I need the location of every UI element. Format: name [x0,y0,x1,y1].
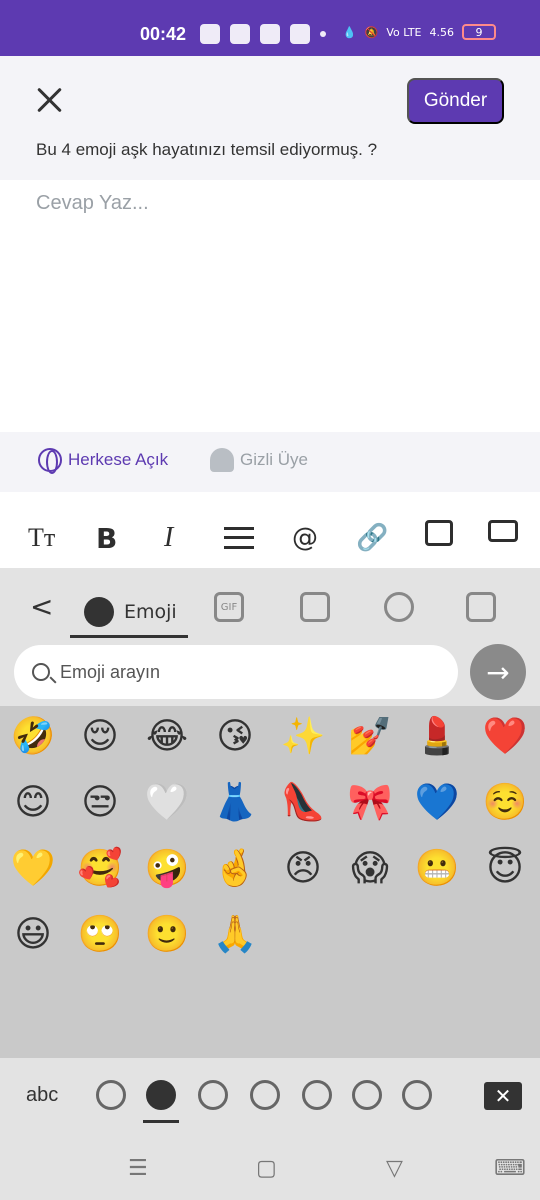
emoji-key[interactable]: 🙄 [77,912,123,958]
tab-emoji-label: Emoji [124,600,177,623]
sticker-icon[interactable] [300,592,330,622]
italic-button[interactable]: I [164,520,173,556]
home-nav-icon[interactable]: ▢ [256,1156,277,1181]
emoji-grid: 🤣 😌 😂 😘 ✨ 💅 💄 ❤️ 😊 😒 🤍 👗 👠 🎀 💙 ☺️ 💛 🥰 🤪 … [0,714,540,1054]
back-icon[interactable]: < [30,590,53,623]
quote-icon [200,24,220,44]
emoji-key[interactable]: 😃 [10,912,56,958]
link-button[interactable]: 🔗 [356,520,388,556]
emoji-key[interactable]: 💄 [414,714,460,760]
emoji-key[interactable]: ☺️ [482,780,528,826]
backspace-icon[interactable]: ✕ [484,1082,522,1110]
anonymous-option[interactable]: Gizli Üye [210,448,308,472]
emoji-keyboard: < Emoji GIF Emoji arayın → 🤣 😌 😂 😘 ✨ 💅 💄… [0,568,540,1200]
emoji-key[interactable]: ✨ [280,714,326,760]
system-navigation-bar: ☰ ▢ ▽ ⌨ [0,1138,540,1200]
app-icon [230,24,250,44]
mention-button[interactable]: @ [292,520,318,556]
status-notification-icons [200,24,326,44]
back-nav-icon[interactable]: ▽ [386,1156,403,1181]
search-category-icon[interactable] [96,1080,126,1110]
emoji-search-input[interactable]: Emoji arayın [14,645,458,699]
smileys-category-icon[interactable] [198,1080,228,1110]
bold-button[interactable]: B [96,520,117,556]
formatting-toolbar: Tт B I @ 🔗 [0,492,540,568]
compose-header: Gönder Bu 4 emoji aşk hayatınızı temsil … [0,56,540,180]
tab-emoji[interactable]: Emoji [70,588,188,638]
emoji-key[interactable]: 😒 [77,780,123,826]
food-category-icon[interactable] [302,1080,332,1110]
animals-category-icon[interactable] [250,1080,280,1110]
game-icon [260,24,280,44]
smiley-icon [84,596,114,627]
answer-placeholder: Cevap Yaz... [36,192,149,214]
emoji-key[interactable]: 🤍 [144,780,190,826]
emoji-key[interactable]: 😬 [414,846,460,892]
gif-icon[interactable]: GIF [214,592,244,622]
status-system-icons: 💧 🔕 Vo LTE 4.56 9 [343,24,496,40]
public-label: Herkese Açık [68,450,169,469]
draw-icon[interactable] [384,592,414,622]
anonymous-label: Gizli Üye [240,450,309,469]
active-category-indicator [143,1120,179,1123]
status-bar: 00:42 💧 🔕 Vo LTE 4.56 9 [0,0,540,56]
emoji-search-placeholder: Emoji arayın [60,661,161,682]
send-button[interactable]: Gönder [407,78,504,124]
public-option[interactable]: Herkese Açık [38,448,169,474]
emoji-key[interactable]: 👠 [280,780,326,826]
close-icon[interactable] [36,86,64,114]
emoji-key[interactable]: 💅 [347,714,393,760]
emoji-search-row: Emoji arayın → [0,644,540,706]
emoji-key[interactable]: 😱 [347,846,393,892]
go-arrow-button[interactable]: → [470,644,526,700]
emoji-key[interactable]: 🤞 [212,846,258,892]
more-dot-icon [320,31,326,37]
text-size-button[interactable]: Tт [28,520,55,556]
emoji-key[interactable]: 🤣 [10,714,56,760]
emoji-key[interactable]: 🙂 [144,912,190,958]
emoji-key[interactable]: 😌 [77,714,123,760]
emoji-key[interactable]: 😠 [280,846,326,892]
emoji-key[interactable]: 🥰 [77,846,123,892]
video-icon[interactable] [488,520,518,542]
emoji-key[interactable]: 😂 [144,714,190,760]
data-saver-icon: 💧 [342,25,357,39]
trophy-category-icon[interactable] [402,1080,432,1110]
status-time: 00:42 [140,24,187,44]
navigation-icon [290,24,310,44]
emoji-key[interactable]: ❤️ [482,714,528,760]
emoji-key[interactable]: 👗 [212,780,258,826]
menu-nav-icon[interactable]: ☰ [128,1156,148,1181]
travel-category-icon[interactable] [352,1080,382,1110]
keyboard-nav-icon[interactable]: ⌨ [494,1156,526,1181]
keyboard-category-bar: abc ✕ [0,1058,540,1138]
search-icon [32,663,50,681]
globe-icon [38,448,62,474]
question-title: Bu 4 emoji aşk hayatınızı temsil ediyorm… [36,140,378,159]
emoji-key[interactable]: 🙏 [212,912,258,958]
ghost-icon [210,448,234,472]
emoji-key[interactable]: 💛 [10,846,56,892]
camera-icon[interactable] [466,592,496,622]
emoji-key[interactable]: 🎀 [347,780,393,826]
emoji-key[interactable]: 😇 [482,846,528,892]
keyboard-tabs: < Emoji GIF [0,568,540,644]
privacy-options: Herkese Açık Gizli Üye [0,432,540,492]
mute-icon: 🔕 [364,25,379,39]
list-icon [224,527,254,549]
speed-label: 4.56 [429,25,455,39]
answer-input[interactable]: Cevap Yaz... [0,180,540,432]
emoji-key[interactable]: 😘 [212,714,258,760]
abc-button[interactable]: abc [26,1084,58,1107]
emoji-key[interactable]: 😊 [10,780,56,826]
emoji-key[interactable]: 💙 [414,780,460,826]
list-button[interactable] [222,520,256,556]
battery-icon: 9 [462,24,496,40]
recent-clock-icon[interactable] [146,1080,176,1110]
image-icon[interactable] [425,520,453,546]
emoji-key[interactable]: 🤪 [144,846,190,892]
network-label: Vo LTE [386,25,422,39]
